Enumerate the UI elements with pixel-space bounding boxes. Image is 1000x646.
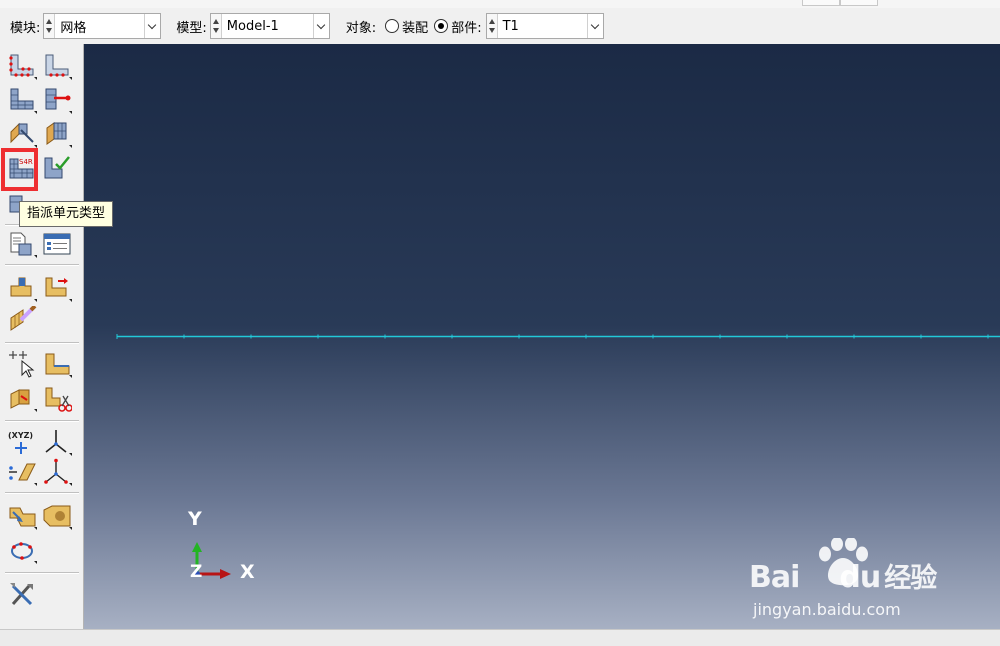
partition-cell-button[interactable]: [7, 384, 37, 412]
spinner-icon[interactable]: [44, 14, 56, 38]
watermark-brand: Bai du 经验: [749, 556, 937, 595]
watermark-du: du: [839, 560, 881, 595]
seed-edge-icon: [45, 54, 72, 80]
x-axis-label: X: [240, 561, 255, 583]
mesh-part-icon: [10, 122, 37, 148]
datum-axis-icon: [45, 430, 72, 456]
context-toolbar: 模块: 网格 模型: Model-1 对象: 装配 部件: T1: [0, 8, 1000, 44]
edit-mesh-icon: [10, 277, 37, 302]
query-mesh-button[interactable]: [7, 230, 37, 258]
mesh-toolbox: S4R 指派单元类型 (XYZ): [0, 44, 114, 629]
tools-button[interactable]: [7, 580, 37, 608]
edit-mesh-button[interactable]: [7, 274, 37, 302]
z-axis-label: Z: [190, 562, 203, 582]
axis-triad: Y Z X: [174, 506, 274, 586]
watermark-site: jingyan.baidu.com: [753, 600, 901, 619]
mesh-table-button[interactable]: [42, 230, 72, 258]
mesh-region-button[interactable]: [42, 120, 72, 148]
mesh-controls-icon: [10, 88, 37, 114]
datum-plane-button[interactable]: [7, 458, 37, 486]
datum-csys-button[interactable]: [42, 458, 72, 486]
edit-region-button[interactable]: [7, 306, 37, 334]
pick-node-icon: [9, 351, 35, 378]
chevron-down-icon[interactable]: [586, 14, 603, 38]
create-point-button[interactable]: (XYZ): [7, 428, 37, 456]
prompt-area: [0, 629, 1000, 646]
part-option-label: 部件:: [451, 20, 482, 36]
module-label: 模块:: [10, 20, 41, 36]
tools-icon: [10, 583, 33, 606]
bias-seed-button[interactable]: [42, 86, 72, 114]
query-mesh-icon: [10, 232, 37, 258]
tooltip: 指派单元类型: [19, 201, 114, 227]
pick-node-button[interactable]: [7, 350, 37, 378]
sweep-region-button[interactable]: [42, 350, 72, 378]
separator: [5, 342, 79, 344]
separator: [5, 492, 79, 494]
part-combo[interactable]: T1: [485, 13, 604, 39]
cut-cell-button[interactable]: [42, 384, 72, 412]
separator: [5, 572, 79, 574]
create-point-icon: (XYZ): [8, 431, 33, 454]
highlight-box: [1, 148, 38, 191]
seed-part-button[interactable]: [7, 52, 37, 80]
spinner-icon[interactable]: [210, 14, 222, 38]
datum-csys-icon: [44, 458, 72, 486]
move-node-icon: [45, 277, 72, 302]
cut-cell-icon: [45, 387, 72, 412]
verify-mesh-icon: [44, 156, 70, 179]
separator: [5, 420, 79, 422]
baidu-watermark: Bai du 经验 jingyan.baidu.com: [749, 538, 944, 620]
loop-button[interactable]: [7, 536, 37, 564]
module-combo[interactable]: 网格: [43, 13, 162, 39]
model-combo[interactable]: Model-1: [209, 13, 330, 39]
model-label: 模型:: [176, 20, 207, 36]
watermark-bai: Bai: [749, 560, 800, 595]
coord-label: (XYZ): [8, 431, 33, 440]
virtual-topology-icon: [9, 507, 37, 530]
seed-edge-button[interactable]: [42, 52, 72, 80]
abaqus-window: 模块: 网格 模型: Model-1 对象: 装配 部件: T1 S4R 指派单…: [0, 0, 1000, 646]
separator: [5, 264, 79, 266]
partition-cell-icon: [10, 389, 37, 412]
module-value: 网格: [60, 20, 87, 36]
part-value: T1: [502, 18, 519, 34]
repair-icon: [43, 505, 72, 530]
chevron-down-icon[interactable]: [144, 14, 161, 38]
assembly-radio[interactable]: [385, 19, 400, 33]
watermark-cn: 经验: [884, 563, 937, 594]
mesh-table-icon: [43, 233, 71, 255]
mesh-region-icon: [46, 122, 72, 148]
graphics-viewport[interactable]: Y Z X Bai du 经验 jingyan.baidu.com: [84, 44, 1000, 629]
part-radio[interactable]: [434, 19, 449, 33]
datum-axis-button[interactable]: [42, 428, 72, 456]
spinner-icon[interactable]: [486, 14, 498, 38]
menu-bar-remnant: [0, 0, 1000, 8]
bias-seed-icon: [45, 88, 72, 114]
window-control[interactable]: [840, 0, 878, 6]
seed-part-icon: [9, 54, 37, 80]
loop-icon: [11, 542, 37, 564]
datum-plane-icon: [9, 463, 37, 486]
virtual-topology-button[interactable]: [7, 502, 37, 530]
sweep-region-icon: [45, 353, 72, 378]
window-control[interactable]: [802, 0, 840, 6]
mesh-controls-button[interactable]: [7, 86, 37, 114]
assembly-option-label: 装配: [402, 20, 429, 36]
object-label: 对象:: [345, 20, 377, 36]
move-node-button[interactable]: [42, 274, 72, 302]
verify-mesh-button[interactable]: [42, 154, 72, 182]
model-value: Model-1: [226, 18, 279, 34]
mesh-part-button[interactable]: [7, 120, 37, 148]
y-axis-label: Y: [188, 508, 202, 530]
edit-region-icon: [10, 306, 37, 331]
repair-button[interactable]: [42, 502, 72, 530]
chevron-down-icon[interactable]: [312, 14, 329, 38]
